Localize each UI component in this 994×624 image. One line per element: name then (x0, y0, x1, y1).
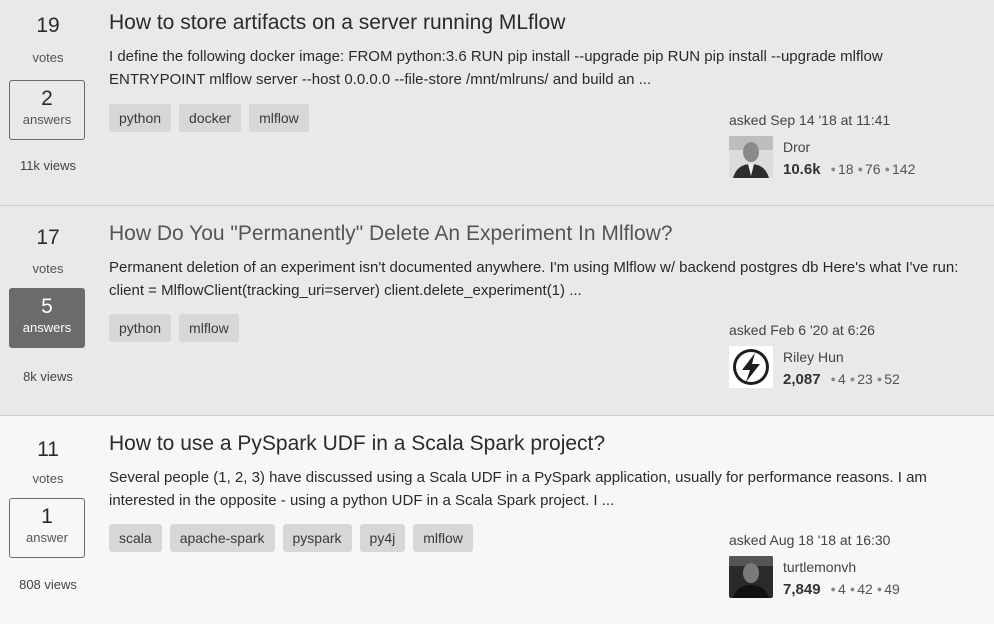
question-excerpt: I define the following docker image: FRO… (109, 48, 883, 88)
silver-badge-icon: ● (857, 164, 863, 174)
silver-badge-count: 76 (865, 161, 881, 177)
user-avatar[interactable] (729, 556, 773, 598)
question-list: 19 votes 2 answers 11k views How to stor… (0, 0, 994, 624)
question-stats: 19 votes 2 answers 11k views (0, 0, 96, 205)
question-stats: 11 votes 1 answer 808 views (0, 416, 96, 624)
tag-scala[interactable]: scala (109, 524, 162, 552)
tag-py4j[interactable]: py4j (359, 524, 406, 552)
tag-list: python mlflow (109, 314, 239, 342)
tag-mlflow[interactable]: mlflow (413, 524, 473, 552)
bronze-badge-icon: ● (884, 164, 891, 174)
vote-count: 19 (36, 14, 60, 37)
question-title-link[interactable]: How to store artifacts on a server runni… (109, 11, 565, 35)
question-excerpt: Several people (1, 2, 3) have discussed … (109, 469, 927, 509)
tag-mlflow[interactable]: mlflow (249, 104, 309, 132)
bronze-badge-icon: ● (876, 584, 883, 594)
reputation-score: 10.6k (783, 161, 821, 178)
answer-label: answers (22, 112, 72, 127)
view-count: 808 views (19, 577, 77, 592)
silver-badge-count: 42 (857, 581, 873, 597)
asked-timestamp: asked Aug 18 '18 at 16:30 (729, 532, 891, 548)
answer-count-box: 2 answers (9, 80, 85, 140)
tag-list: python docker mlflow (109, 104, 309, 132)
question-summary: 19 votes 2 answers 11k views How to stor… (0, 0, 994, 206)
tag-pyspark[interactable]: pyspark (282, 524, 352, 552)
tag-apache-spark[interactable]: apache-spark (169, 524, 275, 552)
bronze-badge-count: 52 (884, 371, 900, 387)
answer-count: 5 (41, 295, 53, 318)
bronze-badge-icon: ● (876, 374, 883, 384)
vote-label: votes (32, 471, 64, 486)
tag-python[interactable]: python (109, 314, 172, 342)
answer-label: answer (26, 530, 68, 545)
question-stats: 17 votes 5 answers 8k views (0, 206, 96, 415)
answer-label: answers (22, 320, 72, 335)
question-summary: 11 votes 1 answer 808 views How to use a… (0, 416, 994, 624)
silver-badge-icon: ● (849, 584, 856, 594)
answer-count-box-accepted: 5 answers (9, 288, 85, 348)
user-name-link[interactable]: Riley Hun (783, 349, 844, 365)
asked-timestamp: asked Feb 6 '20 at 6:26 (729, 322, 875, 338)
vote-label: votes (32, 50, 64, 65)
user-reputation: 2,087 ● 4 ● 23 ● 52 (783, 371, 900, 388)
user-avatar[interactable] (729, 136, 773, 178)
user-reputation: 7,849 ● 4 ● 42 ● 49 (783, 581, 900, 598)
gold-badge-count: 4 (837, 371, 846, 387)
user-name-link[interactable]: Dror (783, 139, 810, 155)
question-excerpt: Permanent deletion of an experiment isn'… (109, 259, 959, 299)
tag-list: scala apache-spark pyspark py4j mlflow (109, 524, 473, 552)
question-summary: 17 votes 5 answers 8k views How Do You "… (0, 206, 994, 416)
vote-count: 11 (37, 438, 59, 461)
silver-badge-icon: ● (849, 374, 856, 384)
question-title-link[interactable]: How to use a PySpark UDF in a Scala Spar… (109, 432, 605, 456)
gold-badge-icon: ● (830, 584, 836, 594)
gold-badge-count: 18 (837, 161, 854, 177)
reputation-score: 7,849 (783, 581, 821, 598)
vote-label: votes (32, 261, 64, 276)
view-count: 11k views (19, 158, 77, 173)
lightning-bolt-icon[interactable] (729, 346, 773, 388)
reputation-score: 2,087 (783, 371, 821, 388)
user-name-link[interactable]: turtlemonvh (783, 559, 856, 575)
answer-count: 2 (41, 87, 53, 110)
bronze-badge-count: 142 (892, 161, 916, 177)
question-title-link[interactable]: How Do You "Permanently" Delete An Exper… (109, 222, 673, 246)
gold-badge-icon: ● (830, 374, 836, 384)
answer-count-box: 1 answer (9, 498, 85, 558)
bronze-badge-count: 49 (884, 581, 900, 597)
view-count: 8k views (23, 369, 73, 384)
tag-mlflow[interactable]: mlflow (179, 314, 239, 342)
gold-badge-icon: ● (830, 164, 836, 174)
tag-python[interactable]: python (109, 104, 172, 132)
asked-timestamp: asked Sep 14 '18 at 11:41 (729, 112, 891, 128)
user-reputation: 10.6k ● 18 ● 76 ● 142 (783, 161, 915, 178)
silver-badge-count: 23 (857, 371, 873, 387)
tag-docker[interactable]: docker (179, 104, 242, 132)
vote-count: 17 (36, 226, 60, 249)
answer-count: 1 (41, 505, 53, 528)
gold-badge-count: 4 (837, 581, 846, 597)
